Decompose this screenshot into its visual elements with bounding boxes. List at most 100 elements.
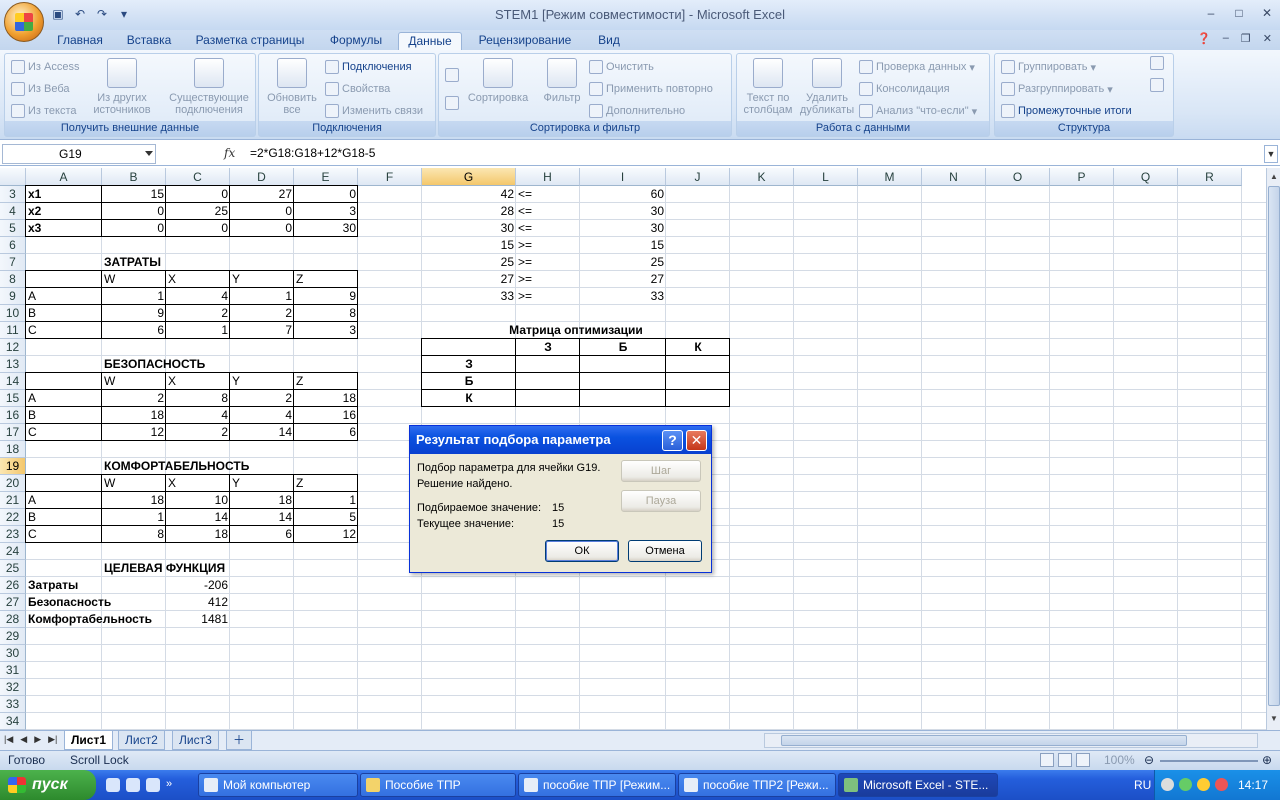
cell-d16[interactable]: 4 bbox=[230, 407, 294, 424]
row-header-18[interactable]: 18 bbox=[0, 441, 26, 458]
cell-b3[interactable]: 15 bbox=[102, 186, 166, 203]
cell-a21[interactable]: A bbox=[26, 492, 38, 509]
cell-a23[interactable]: C bbox=[26, 526, 39, 543]
cell-c9[interactable]: 4 bbox=[166, 288, 230, 305]
cell-d17[interactable]: 14 bbox=[230, 424, 294, 441]
cell-c23[interactable]: 18 bbox=[166, 526, 230, 543]
connections-button[interactable]: Подключения bbox=[325, 60, 412, 74]
row-header-15[interactable]: 15 bbox=[0, 390, 26, 407]
ribbon-close-icon[interactable]: ✕ bbox=[1263, 32, 1272, 45]
media-player-icon[interactable] bbox=[126, 778, 140, 792]
subtotal-button[interactable]: Промежуточные итоги bbox=[1001, 104, 1132, 118]
column-header-r[interactable]: R bbox=[1178, 168, 1242, 186]
cell-c27[interactable]: 412 bbox=[166, 594, 230, 611]
cell-a4[interactable]: x2 bbox=[26, 203, 43, 220]
text-to-columns-button[interactable]: Текст по столбцам bbox=[739, 58, 797, 116]
cell-d10[interactable]: 2 bbox=[230, 305, 294, 322]
from-other-sources-button[interactable]: Из других источников bbox=[91, 58, 153, 116]
from-access-button[interactable]: Из Access bbox=[11, 60, 79, 74]
cell-e20[interactable]: Z bbox=[294, 475, 305, 492]
cell-g9[interactable]: 33 bbox=[422, 288, 516, 305]
sort-az-icon[interactable] bbox=[445, 68, 459, 82]
row-header-24[interactable]: 24 bbox=[0, 543, 26, 560]
tab-page-layout[interactable]: Разметка страницы bbox=[190, 32, 310, 50]
row-header-12[interactable]: 12 bbox=[0, 339, 26, 356]
cell-b22[interactable]: 1 bbox=[102, 509, 166, 526]
taskbar-item-excel[interactable]: Microsoft Excel - STE... bbox=[838, 773, 998, 797]
cell-g5[interactable]: 30 bbox=[422, 220, 516, 237]
cell-d20[interactable]: Y bbox=[230, 475, 242, 492]
column-header-b[interactable]: B bbox=[102, 168, 166, 186]
zoom-slider[interactable] bbox=[1160, 760, 1258, 762]
cell-e17[interactable]: 6 bbox=[294, 424, 358, 441]
cell-h6[interactable]: >= bbox=[516, 237, 534, 254]
cell-c20[interactable]: X bbox=[166, 475, 178, 492]
column-header-p[interactable]: P bbox=[1050, 168, 1114, 186]
cell-b17[interactable]: 12 bbox=[102, 424, 166, 441]
page-break-view-icon[interactable] bbox=[1076, 753, 1090, 767]
scroll-down-icon[interactable]: ▼ bbox=[1268, 712, 1280, 726]
cell-e5[interactable]: 30 bbox=[294, 220, 358, 237]
taskbar-item-word-2[interactable]: пособие ТПР2 [Режи... bbox=[678, 773, 836, 797]
cell-g8[interactable]: 27 bbox=[422, 271, 516, 288]
cell-c26[interactable]: -206 bbox=[166, 577, 230, 594]
prev-sheet-icon[interactable]: ◀ bbox=[20, 734, 27, 745]
cell-e4[interactable]: 3 bbox=[294, 203, 358, 220]
cell-a3[interactable]: x1 bbox=[26, 186, 43, 203]
row-header-11[interactable]: 11 bbox=[0, 322, 26, 339]
tab-formulas[interactable]: Формулы bbox=[320, 32, 392, 50]
row-header-23[interactable]: 23 bbox=[0, 526, 26, 543]
column-header-c[interactable]: C bbox=[166, 168, 230, 186]
cell-a28[interactable]: Комфортабельность bbox=[26, 611, 154, 628]
row-header-28[interactable]: 28 bbox=[0, 611, 26, 628]
column-header-e[interactable]: E bbox=[294, 168, 358, 186]
page-layout-view-icon[interactable] bbox=[1058, 753, 1072, 767]
cell-c11[interactable]: 1 bbox=[166, 322, 230, 339]
name-box[interactable]: G19 bbox=[2, 144, 156, 164]
cell-h7[interactable]: >= bbox=[516, 254, 534, 271]
cell-b13[interactable]: БЕЗОПАСНОСТЬ bbox=[102, 356, 207, 373]
row-header-26[interactable]: 26 bbox=[0, 577, 26, 594]
cell-e14[interactable]: Z bbox=[294, 373, 305, 390]
cell-d4[interactable]: 0 bbox=[230, 203, 294, 220]
horizontal-scroll-thumb[interactable] bbox=[781, 735, 1187, 746]
tab-review[interactable]: Рецензирование bbox=[470, 32, 580, 50]
tab-insert[interactable]: Вставка bbox=[118, 32, 180, 50]
cell-i4[interactable]: 30 bbox=[580, 203, 666, 220]
row-header-20[interactable]: 20 bbox=[0, 475, 26, 492]
row-header-33[interactable]: 33 bbox=[0, 696, 26, 713]
hide-detail-icon[interactable] bbox=[1150, 78, 1164, 92]
scroll-up-icon[interactable]: ▲ bbox=[1268, 170, 1280, 184]
row-header-14[interactable]: 14 bbox=[0, 373, 26, 390]
maximize-icon[interactable]: □ bbox=[1232, 6, 1246, 20]
insert-sheet-icon[interactable]: ＋ bbox=[226, 731, 252, 750]
row-header-16[interactable]: 16 bbox=[0, 407, 26, 424]
row-header-17[interactable]: 17 bbox=[0, 424, 26, 441]
cell-a17[interactable]: C bbox=[26, 424, 39, 441]
start-button[interactable]: пуск bbox=[0, 770, 96, 800]
cell-a16[interactable]: B bbox=[26, 407, 38, 424]
existing-connections-button[interactable]: Существующие подключения bbox=[165, 58, 253, 116]
cell-b5[interactable]: 0 bbox=[102, 220, 166, 237]
remove-duplicates-button[interactable]: Удалить дубликаты bbox=[797, 58, 857, 116]
more-quicklaunch-icon[interactable]: » bbox=[166, 778, 180, 792]
row-header-5[interactable]: 5 bbox=[0, 220, 26, 237]
cell-g15[interactable]: К bbox=[422, 390, 516, 407]
cell-d14[interactable]: Y bbox=[230, 373, 242, 390]
cell-a11[interactable]: C bbox=[26, 322, 39, 339]
cell-e15[interactable]: 18 bbox=[294, 390, 358, 407]
tray-icon-3[interactable] bbox=[1197, 778, 1210, 791]
column-header-k[interactable]: K bbox=[730, 168, 794, 186]
close-icon[interactable]: ✕ bbox=[686, 430, 707, 451]
column-header-j[interactable]: J bbox=[666, 168, 730, 186]
group-button[interactable]: Группировать ▾ bbox=[1001, 60, 1096, 74]
language-indicator[interactable]: RU bbox=[1134, 778, 1151, 792]
next-sheet-icon[interactable]: ▶ bbox=[34, 734, 41, 745]
pause-button[interactable]: Пауза bbox=[621, 490, 701, 512]
cell-e23[interactable]: 12 bbox=[294, 526, 358, 543]
column-header-a[interactable]: A bbox=[26, 168, 102, 186]
cell-a9[interactable]: A bbox=[26, 288, 38, 305]
help-icon[interactable]: ? bbox=[662, 430, 683, 451]
advanced-filter-button[interactable]: Дополнительно bbox=[589, 104, 685, 118]
from-web-button[interactable]: Из Веба bbox=[11, 82, 70, 96]
